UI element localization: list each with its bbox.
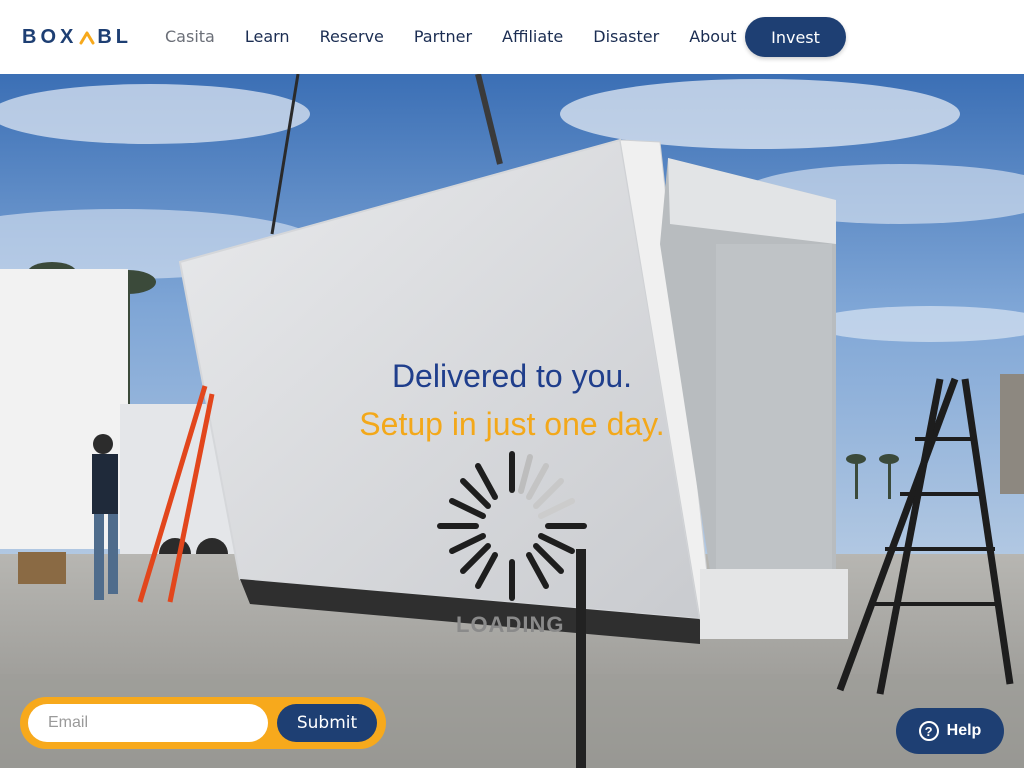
loading-label: LOADING <box>456 612 565 637</box>
email-signup-form: Submit <box>20 697 386 749</box>
headline-delivered: Delivered to you. <box>391 358 633 394</box>
site-header: BOX BL Casita Learn Reserve Partner Affi… <box>0 0 1024 74</box>
nav-item-casita[interactable]: Casita <box>150 0 230 74</box>
logo-text-left: BOX <box>22 25 78 48</box>
nav-item-reserve[interactable]: Reserve <box>305 0 399 74</box>
loading-spinner-icon <box>437 451 587 601</box>
boxabl-logo[interactable]: BOX BL <box>22 24 132 50</box>
logo-text-right: BL <box>97 25 133 48</box>
hero-video-background: Delivered to you. Setup in just one day.… <box>0 74 1024 768</box>
nav-item-disaster[interactable]: Disaster <box>578 0 674 74</box>
invest-button[interactable]: Invest <box>745 17 846 57</box>
headline-setup: Setup in just one day. <box>359 406 665 442</box>
nav-item-affiliate[interactable]: Affiliate <box>487 0 578 74</box>
submit-button[interactable]: Submit <box>277 704 377 742</box>
logo-caret-icon <box>79 29 95 45</box>
email-field[interactable] <box>28 704 268 742</box>
question-icon: ? <box>918 721 939 741</box>
help-label: Help <box>946 722 982 739</box>
nav-item-about[interactable]: About <box>674 0 751 74</box>
nav-item-partner[interactable]: Partner <box>399 0 487 74</box>
main-nav: Casita Learn Reserve Partner Affiliate D… <box>150 0 752 74</box>
help-button[interactable]: ? Help <box>896 708 1004 754</box>
nav-item-learn[interactable]: Learn <box>230 0 305 74</box>
